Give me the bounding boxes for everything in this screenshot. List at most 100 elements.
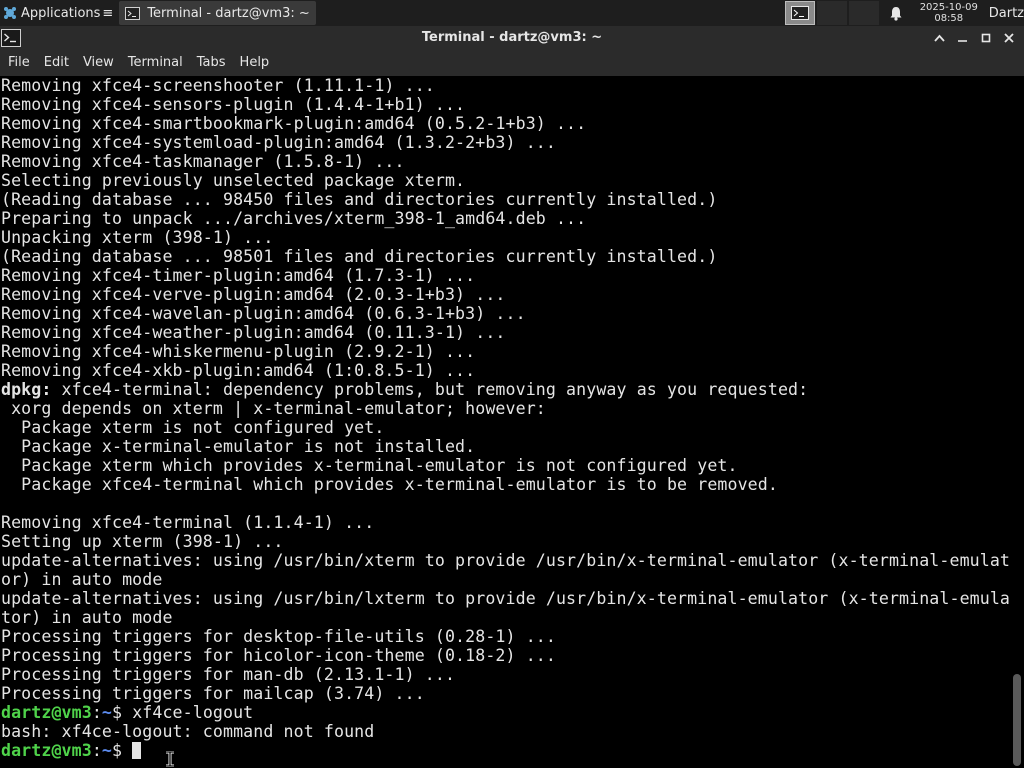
maximize-up-button[interactable] xyxy=(928,28,951,48)
terminal-line: Setting up xterm (398-1) ... xyxy=(0,532,1010,551)
scrollbar-thumb[interactable] xyxy=(1013,674,1021,766)
panel-clock[interactable]: 2025-10-09 08:58 xyxy=(915,2,983,24)
terminal-line-text: update-alternatives: using /usr/bin/lxte… xyxy=(1,589,1010,608)
terminal-line: Removing xfce4-timer-plugin:amd64 (1.7.3… xyxy=(0,266,1010,285)
terminal-line-text: Removing xfce4-smartbookmark-plugin:amd6… xyxy=(1,114,587,133)
terminal-line-text: xfce4-terminal: dependency problems, but… xyxy=(51,380,809,399)
terminal-line-text: Removing xfce4-timer-plugin:amd64 (1.7.3… xyxy=(1,266,476,285)
terminal-line-text: bash: xf4ce-logout: command not found xyxy=(1,722,375,741)
terminal-line: Package xterm which provides x-terminal-… xyxy=(0,456,1010,475)
terminal-line-text: Removing xfce4-terminal (1.1.4-1) ... xyxy=(1,513,375,532)
terminal-line: Removing xfce4-verve-plugin:amd64 (2.0.3… xyxy=(0,285,1010,304)
clock-time: 08:58 xyxy=(934,13,964,24)
terminal-line-text: Preparing to unpack .../archives/xterm_3… xyxy=(1,209,587,228)
workspace-3-button[interactable] xyxy=(848,1,879,25)
terminal-line-text: Removing xfce4-systemload-plugin:amd64 (… xyxy=(1,133,556,152)
menu-tabs[interactable]: Tabs xyxy=(190,50,233,76)
applications-menu-button[interactable]: Applications ≡ xyxy=(0,0,117,26)
menu-help[interactable]: Help xyxy=(233,50,277,76)
terminal-output[interactable]: Removing xfce4-screenshooter (1.11.1-1) … xyxy=(0,76,1010,768)
terminal-line: Package xterm is not configured yet. xyxy=(0,418,1010,437)
window-titlebar[interactable]: Terminal - dartz@vm3: ~ xyxy=(0,26,1024,50)
terminal-line-text: Selecting previously unselected package … xyxy=(1,171,466,190)
terminal-line-text: Unpacking xterm (398-1) ... xyxy=(1,228,274,247)
maximize-button[interactable] xyxy=(974,28,997,48)
terminal-line: Removing xfce4-systemload-plugin:amd64 (… xyxy=(0,133,1010,152)
terminal-line: Selecting previously unselected package … xyxy=(0,171,1010,190)
terminal-scrollbar[interactable] xyxy=(1010,76,1024,768)
menu-bar: File Edit View Terminal Tabs Help xyxy=(0,50,1024,76)
workspace-4-button[interactable] xyxy=(880,1,911,25)
menu-view[interactable]: View xyxy=(76,50,121,76)
terminal-line-text: Processing triggers for hicolor-icon-the… xyxy=(1,646,556,665)
terminal-line-text: Setting up xterm (398-1) ... xyxy=(1,532,284,551)
terminal-line: Removing xfce4-whiskermenu-plugin (2.9.2… xyxy=(0,342,1010,361)
terminal-line-text: Removing xfce4-xkb-plugin:amd64 (1:0.8.5… xyxy=(1,361,476,380)
terminal-line: (Reading database ... 98501 files and di… xyxy=(0,247,1010,266)
terminal-line-text: Package xterm which provides x-terminal-… xyxy=(1,456,738,475)
terminal-line: xorg depends on xterm | x-terminal-emula… xyxy=(0,399,1010,418)
terminal-line: Removing xfce4-taskmanager (1.5.8-1) ... xyxy=(0,152,1010,171)
terminal-line-text: Package x-terminal-emulator is not insta… xyxy=(1,437,476,456)
terminal-line-text: Processing triggers for desktop-file-uti… xyxy=(1,627,556,646)
terminal-line-text: Package xterm is not configured yet. xyxy=(1,418,385,437)
clock-date: 2025-10-09 xyxy=(919,2,978,13)
terminal-line-text: Removing xfce4-verve-plugin:amd64 (2.0.3… xyxy=(1,285,506,304)
prompt-user-host: dartz@vm3 xyxy=(1,741,92,760)
terminal-prompt-line: dartz@vm3:~$ xyxy=(0,741,1010,760)
text-cursor xyxy=(132,742,142,759)
terminal-line-text: (Reading database ... 98501 files and di… xyxy=(1,247,718,266)
terminal-line-text: Processing triggers for man-db (2.13.1-1… xyxy=(1,665,456,684)
workspace-terminal-button[interactable] xyxy=(784,1,815,25)
terminal-line-text: Removing xfce4-whiskermenu-plugin (2.9.2… xyxy=(1,342,476,361)
terminal-icon xyxy=(125,6,141,20)
menu-file[interactable]: File xyxy=(0,50,37,76)
terminal-line-text: xf4ce-logout xyxy=(132,703,254,722)
menu-terminal[interactable]: Terminal xyxy=(121,50,190,76)
terminal-line: tor) in auto mode xyxy=(0,608,1010,627)
terminal-line: Removing xfce4-wavelan-plugin:amd64 (0.6… xyxy=(0,304,1010,323)
prompt-path: ~ xyxy=(101,741,112,760)
terminal-line-text: tor) in auto mode xyxy=(1,608,173,627)
prompt-sign: $ xyxy=(112,703,133,722)
minimize-button[interactable] xyxy=(951,28,974,48)
maximize-icon xyxy=(981,33,990,43)
terminal-line-text: Removing xfce4-sensors-plugin (1.4.4-1+b… xyxy=(1,95,466,114)
terminal-line-text: Package xfce4-terminal which provides x-… xyxy=(1,475,778,494)
terminal-line: Processing triggers for hicolor-icon-the… xyxy=(0,646,1010,665)
terminal-line: dpkg: xfce4-terminal: dependency problem… xyxy=(0,380,1010,399)
terminal-line: (Reading database ... 98450 files and di… xyxy=(0,190,1010,209)
terminal-line-text: xorg depends on xterm | x-terminal-emula… xyxy=(1,399,546,418)
prompt-separator: : xyxy=(91,703,102,722)
prompt-sign: $ xyxy=(112,741,133,760)
close-button[interactable] xyxy=(997,28,1020,48)
terminal-prompt-line: dartz@vm3:~$ xf4ce-logout xyxy=(0,703,1010,722)
terminal-line: bash: xf4ce-logout: command not found xyxy=(0,722,1010,741)
taskbar-terminal-button[interactable]: Terminal - dartz@vm3: ~ xyxy=(119,1,316,25)
menu-edit[interactable]: Edit xyxy=(37,50,76,76)
chevron-up-icon xyxy=(934,34,945,42)
terminal-line-text: (Reading database ... 98450 files and di… xyxy=(1,190,718,209)
terminal-line: Removing xfce4-weather-plugin:amd64 (0.1… xyxy=(0,323,1010,342)
prompt-separator: : xyxy=(91,741,102,760)
terminal-bold-prefix: dpkg: xyxy=(1,380,52,399)
terminal-line: Processing triggers for mailcap (3.74) .… xyxy=(0,684,1010,703)
minimize-icon xyxy=(958,40,967,42)
mouse-ibeam-cursor-icon xyxy=(166,751,174,767)
terminal-line: Removing xfce4-smartbookmark-plugin:amd6… xyxy=(0,114,1010,133)
terminal-line: Removing xfce4-xkb-plugin:amd64 (1:0.8.5… xyxy=(0,361,1010,380)
terminal-line-text: Processing triggers for mailcap (3.74) .… xyxy=(1,684,425,703)
applications-label: Applications xyxy=(21,5,101,21)
terminal-line: Preparing to unpack .../archives/xterm_3… xyxy=(0,209,1010,228)
terminal-line: Unpacking xterm (398-1) ... xyxy=(0,228,1010,247)
terminal-line: Removing xfce4-screenshooter (1.11.1-1) … xyxy=(0,76,1010,95)
terminal-line: update-alternatives: using /usr/bin/lxte… xyxy=(0,589,1010,608)
close-icon xyxy=(1003,33,1014,43)
terminal-line-text: Removing xfce4-weather-plugin:amd64 (0.1… xyxy=(1,323,506,342)
user-menu[interactable]: Dartz xyxy=(989,6,1024,21)
workspace-2-button[interactable] xyxy=(816,1,847,25)
prompt-user-host: dartz@vm3 xyxy=(1,703,92,722)
terminal-line: update-alternatives: using /usr/bin/xter… xyxy=(0,551,1010,570)
notification-bell-icon xyxy=(890,6,902,21)
